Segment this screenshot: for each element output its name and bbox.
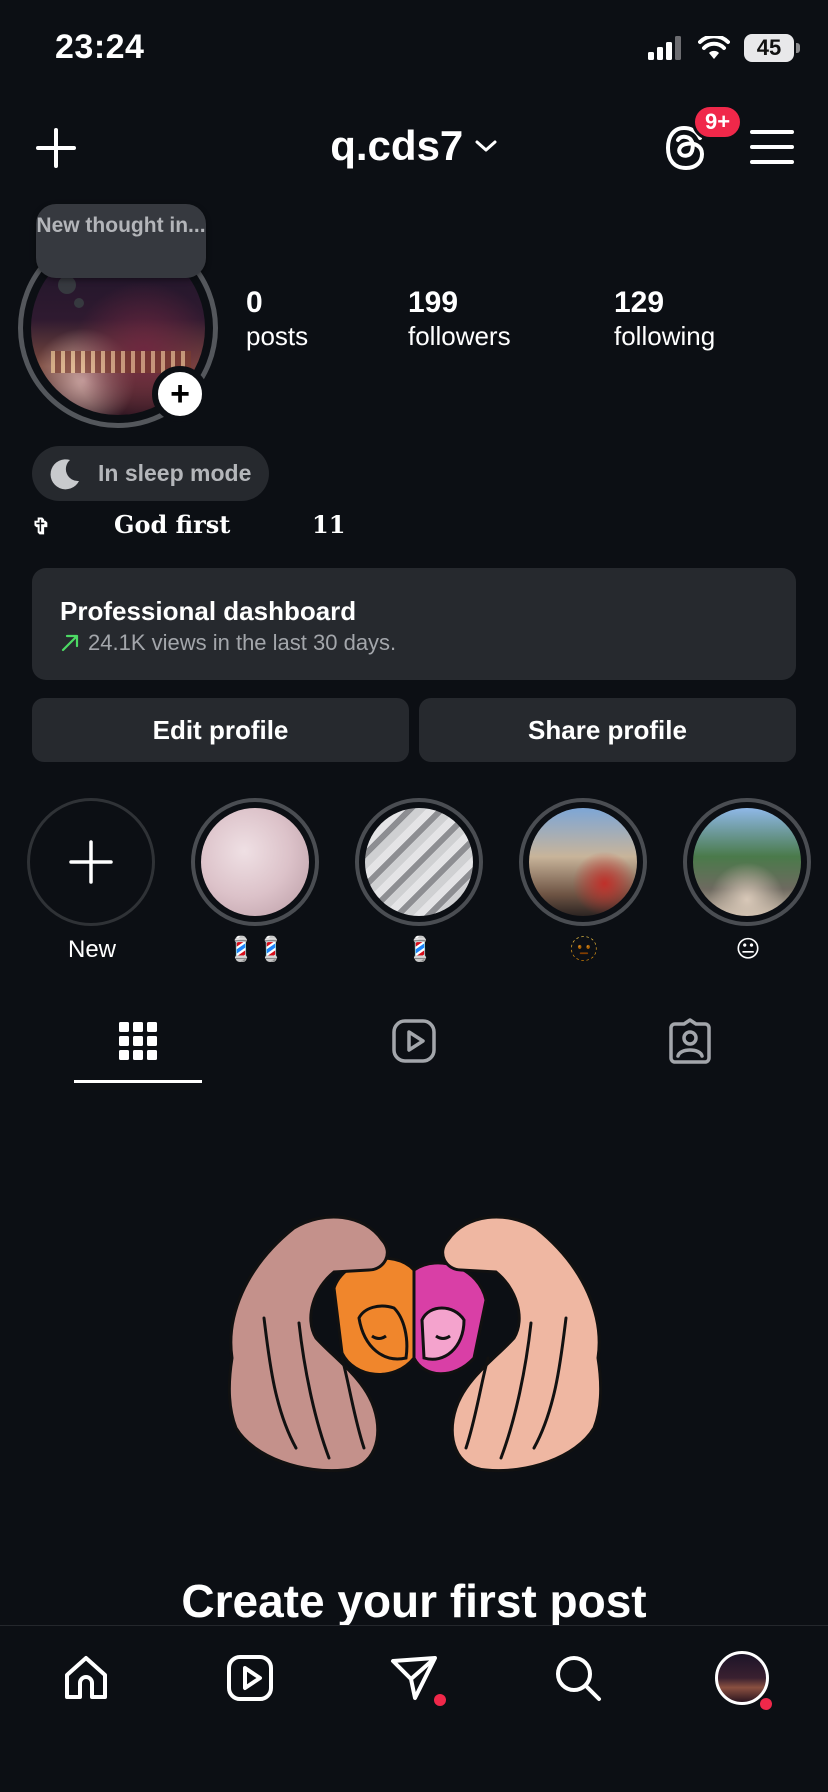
- highlight-item[interactable]: 💈: [355, 798, 485, 966]
- nav-home[interactable]: [58, 1650, 114, 1706]
- highlight-cover: [365, 808, 473, 916]
- bottom-navigation: [0, 1625, 828, 1792]
- followers-label: followers: [408, 321, 511, 351]
- grid-icon: [119, 1022, 157, 1060]
- new-highlight-button[interactable]: [27, 798, 155, 926]
- edit-profile-button[interactable]: Edit profile: [32, 698, 409, 762]
- status-icons: 45: [648, 34, 800, 62]
- hamburger-menu-icon[interactable]: [748, 126, 796, 168]
- cellular-signal-icon: [648, 36, 681, 60]
- reels-icon: [227, 1655, 273, 1701]
- add-story-plus-icon[interactable]: +: [152, 366, 208, 422]
- battery-indicator: 45: [744, 34, 800, 62]
- bio-text: God first: [114, 510, 231, 539]
- status-bar: 23:24 45: [0, 0, 828, 100]
- stat-following[interactable]: 129 following: [614, 286, 774, 352]
- nav-search[interactable]: [550, 1650, 606, 1706]
- trend-up-arrow-icon: [61, 634, 79, 652]
- tagged-icon: [669, 1018, 711, 1064]
- note-bubble-tail-small: [74, 298, 84, 308]
- empty-state-title: Create your first post: [181, 1575, 647, 1627]
- highlight-cover: [693, 808, 801, 916]
- moon-icon: [50, 458, 79, 489]
- chevron-down-icon[interactable]: [474, 138, 498, 154]
- highlight-label: 💈: [405, 936, 435, 963]
- note-bubble[interactable]: New thought in...: [36, 204, 206, 278]
- profile-avatar-icon: [715, 1651, 769, 1705]
- posts-label: posts: [246, 321, 309, 351]
- username[interactable]: q.cds7: [330, 122, 463, 170]
- battery-level: 45: [756, 35, 782, 60]
- nav-messages[interactable]: [386, 1650, 446, 1706]
- messages-icon: [391, 1656, 437, 1700]
- reels-icon: [392, 1019, 436, 1063]
- nav-reels[interactable]: [222, 1650, 278, 1706]
- search-icon: [556, 1656, 601, 1701]
- highlight-new[interactable]: New: [27, 798, 157, 966]
- note-bubble-tail: [58, 276, 76, 294]
- stat-followers[interactable]: 199 followers: [408, 286, 568, 352]
- followers-count: 199: [408, 286, 459, 319]
- highlight-item[interactable]: 🫥: [519, 798, 649, 966]
- posts-count: 0: [246, 286, 263, 319]
- bio-cross: ✞: [32, 514, 51, 540]
- active-tab-indicator: [74, 1080, 202, 1083]
- professional-dashboard[interactable]: Professional dashboard 24.1K views in th…: [32, 568, 796, 680]
- notification-badge[interactable]: 9+: [692, 104, 744, 140]
- highlight-label: 🫥: [569, 936, 599, 963]
- stat-posts[interactable]: 0 posts: [246, 286, 406, 352]
- tab-reels[interactable]: [384, 1014, 444, 1068]
- highlight-label: New: [67, 936, 116, 963]
- messages-notification-dot: [434, 1694, 446, 1706]
- following-label: following: [614, 321, 716, 351]
- sleep-mode-status[interactable]: In sleep mode: [32, 446, 270, 501]
- highlight-cover: [529, 808, 637, 916]
- plus-icon: [69, 840, 113, 884]
- dashboard-title: Professional dashboard: [60, 596, 357, 626]
- dashboard-subtitle-row: 24.1K views in the last 30 days.: [60, 630, 768, 656]
- bio-number: 11: [312, 510, 346, 539]
- highlight-label: 💈💈: [226, 936, 286, 963]
- highlight-cover: [201, 808, 309, 916]
- wifi-icon: [698, 36, 730, 59]
- profile-header: q.cds7 9+: [0, 100, 828, 192]
- highlight-item[interactable]: 💈💈: [191, 798, 321, 966]
- tab-tagged[interactable]: [660, 1014, 720, 1068]
- highlight-label: 😐: [735, 936, 761, 963]
- sleep-mode-label: In sleep mode: [98, 460, 252, 486]
- highlight-item[interactable]: 😐: [683, 798, 813, 966]
- tab-grid[interactable]: [108, 1014, 168, 1068]
- heart-hands-illustration: [227, 1215, 603, 1473]
- following-count: 129: [614, 286, 665, 319]
- profile-tabs: [0, 1000, 828, 1084]
- home-icon: [65, 1656, 107, 1699]
- dashboard-subtitle: 24.1K views in the last 30 days.: [88, 630, 397, 655]
- share-profile-button[interactable]: Share profile: [419, 698, 796, 762]
- status-time: 23:24: [55, 28, 145, 66]
- nav-profile[interactable]: [714, 1650, 772, 1710]
- profile-notification-dot: [760, 1698, 772, 1710]
